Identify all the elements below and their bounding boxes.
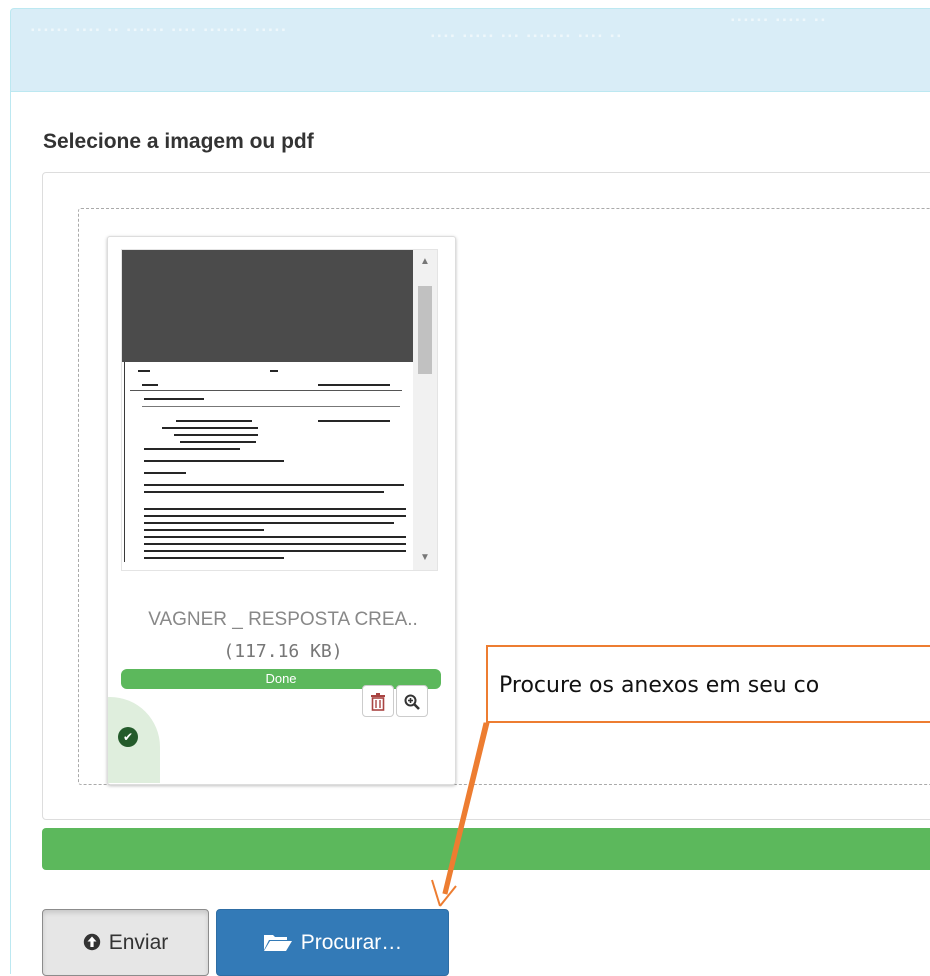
scrollbar-thumb[interactable] (418, 286, 432, 374)
preview-scrollbar[interactable]: ▲ ▼ (413, 250, 437, 570)
scroll-down-arrow-icon[interactable]: ▼ (413, 548, 437, 568)
file-name: VAGNER _ RESPOSTA CREA.. (148, 609, 418, 630)
panel-header: ▪▪▪▪▪▪ ▪▪▪▪ ▪▪ ▪▪▪▪▪▪ ▪▪▪▪ ▪▪▪▪▪▪▪ ▪▪▪▪▪… (10, 8, 930, 92)
file-size: (117.16 KB) (223, 641, 343, 662)
procurar-button[interactable]: Procurar… (216, 909, 449, 976)
procurar-label: Procurar… (300, 931, 403, 954)
zoom-file-button[interactable] (396, 685, 428, 717)
header-faint-text: ▪▪▪▪ ▪▪▪▪▪ ▪▪▪ ▪▪▪▪▪▪▪ ▪▪▪▪ ▪▪ (431, 31, 624, 42)
enviar-button[interactable]: Enviar (42, 909, 209, 976)
scroll-up-arrow-icon[interactable]: ▲ (413, 252, 437, 272)
check-circle-icon: ✔ (118, 727, 138, 747)
preview-header-area (122, 250, 413, 362)
file-preview[interactable]: ▲ ▼ (121, 249, 438, 571)
header-faint-text: ▪▪▪▪▪▪ ▪▪▪▪ ▪▪ ▪▪▪▪▪▪ ▪▪▪▪ ▪▪▪▪▪▪▪ ▪▪▪▪▪ (31, 25, 289, 36)
trash-icon (371, 693, 385, 712)
file-preview-card: ▲ ▼ VAGNER _ RESPOSTA CREA.. (117.16 KB)… (107, 236, 456, 785)
enviar-label: Enviar (108, 931, 169, 954)
zoom-in-icon (404, 694, 420, 711)
panel-border (10, 90, 11, 974)
tooltip-callout: Procure os anexos em seu co (486, 645, 930, 723)
folder-open-icon (263, 910, 293, 975)
upload-progress-bar (42, 828, 930, 870)
document-thumbnail (122, 362, 413, 570)
section-title: Selecione a imagem ou pdf (43, 130, 314, 153)
circle-arrow-up-icon (83, 910, 101, 975)
header-faint-text: ▪▪▪▪▪▪ ▪▪▪▪▪ ▪▪ (731, 15, 828, 26)
delete-file-button[interactable] (362, 685, 394, 717)
